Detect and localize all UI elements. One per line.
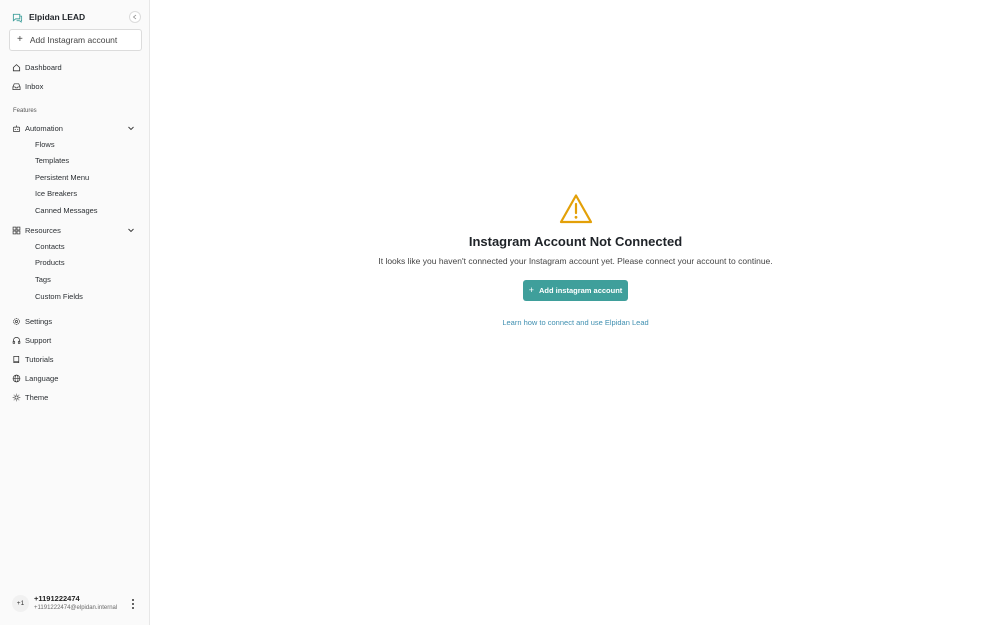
chat-logo-icon	[12, 12, 23, 23]
nav-item-settings[interactable]: Settings	[12, 315, 138, 327]
nav-item-label: Theme	[25, 392, 49, 402]
nav-item-label: Resources	[25, 225, 61, 235]
collapse-icon	[132, 14, 137, 20]
main-content: Instagram Account Not Connected It looks…	[151, 0, 1000, 625]
sidebar-item-products[interactable]: Products	[35, 257, 65, 268]
nav-item-automation[interactable]: Automation	[12, 122, 138, 134]
cta-label: Add instagram account	[538, 286, 623, 295]
sidebar-item-persistent-menu[interactable]: Persistent Menu	[35, 172, 89, 183]
book-icon	[12, 355, 21, 364]
home-icon	[12, 63, 21, 72]
robot-icon	[12, 124, 21, 133]
avatar: +1	[12, 595, 29, 612]
warning-icon	[559, 193, 593, 225]
brand-name: Elpidan LEAD	[29, 12, 86, 22]
nav-item-label: Support	[25, 335, 52, 345]
sidebar-item-contacts[interactable]: Contacts	[35, 241, 65, 252]
collapse-sidebar-button[interactable]	[129, 11, 141, 23]
page-title: Instagram Account Not Connected	[468, 234, 683, 249]
sidebar-item-ice-breakers[interactable]: Ice Breakers	[35, 188, 77, 199]
globe-icon	[12, 374, 21, 383]
nav-item-language[interactable]: Language	[12, 372, 138, 384]
nav-item-label: Dashboard	[25, 62, 62, 72]
sidebar: Elpidan LEAD + Add Instagram account Das…	[0, 0, 150, 625]
user-email: +1191222474@elpidan.internal	[34, 605, 118, 611]
gear-icon	[12, 317, 21, 326]
plus-icon: +	[17, 34, 23, 45]
chevron-down-icon[interactable]	[127, 226, 135, 234]
nav-item-dashboard[interactable]: Dashboard	[12, 61, 138, 73]
user-name: +1191222474	[34, 594, 80, 603]
sidebar-item-templates[interactable]: Templates	[35, 155, 69, 166]
nav-item-inbox[interactable]: Inbox	[12, 80, 138, 92]
sidebar-item-tags[interactable]: Tags	[35, 274, 51, 285]
grid-icon	[12, 226, 21, 235]
headphones-icon	[12, 336, 21, 345]
learn-more-link[interactable]: Learn how to connect and use Elpidan Lea…	[151, 318, 1000, 327]
sun-icon	[12, 393, 21, 402]
nav-item-tutorials[interactable]: Tutorials	[12, 353, 138, 365]
brand[interactable]: Elpidan LEAD	[12, 10, 142, 24]
nav-item-resources[interactable]: Resources	[12, 224, 138, 236]
features-section-label: Features	[13, 108, 37, 114]
chevron-down-icon[interactable]	[127, 124, 135, 132]
add-account-label: Add Instagram account	[29, 35, 118, 45]
sidebar-item-custom-fields[interactable]: Custom Fields	[35, 291, 83, 302]
user-profile[interactable]: +1 +1191222474 +1191222474@elpidan.inter…	[12, 592, 142, 616]
add-instagram-account-cta[interactable]: + Add instagram account	[523, 280, 628, 301]
nav-item-label: Automation	[25, 123, 63, 133]
add-instagram-account-button[interactable]: + Add Instagram account	[9, 29, 142, 51]
plus-icon: +	[528, 285, 534, 295]
nav-item-label: Tutorials	[25, 354, 54, 364]
nav-item-theme[interactable]: Theme	[12, 391, 138, 403]
inbox-icon	[12, 82, 21, 91]
nav-item-label: Settings	[25, 316, 53, 326]
sidebar-item-canned-messages[interactable]: Canned Messages	[35, 205, 98, 216]
nav-item-label: Language	[25, 373, 59, 383]
sidebar-item-flows[interactable]: Flows	[35, 139, 55, 150]
page-description: It looks like you haven't connected your…	[378, 256, 773, 266]
nav-item-label: Inbox	[25, 81, 44, 91]
nav-item-support[interactable]: Support	[12, 334, 138, 346]
more-vertical-icon[interactable]	[131, 599, 135, 609]
